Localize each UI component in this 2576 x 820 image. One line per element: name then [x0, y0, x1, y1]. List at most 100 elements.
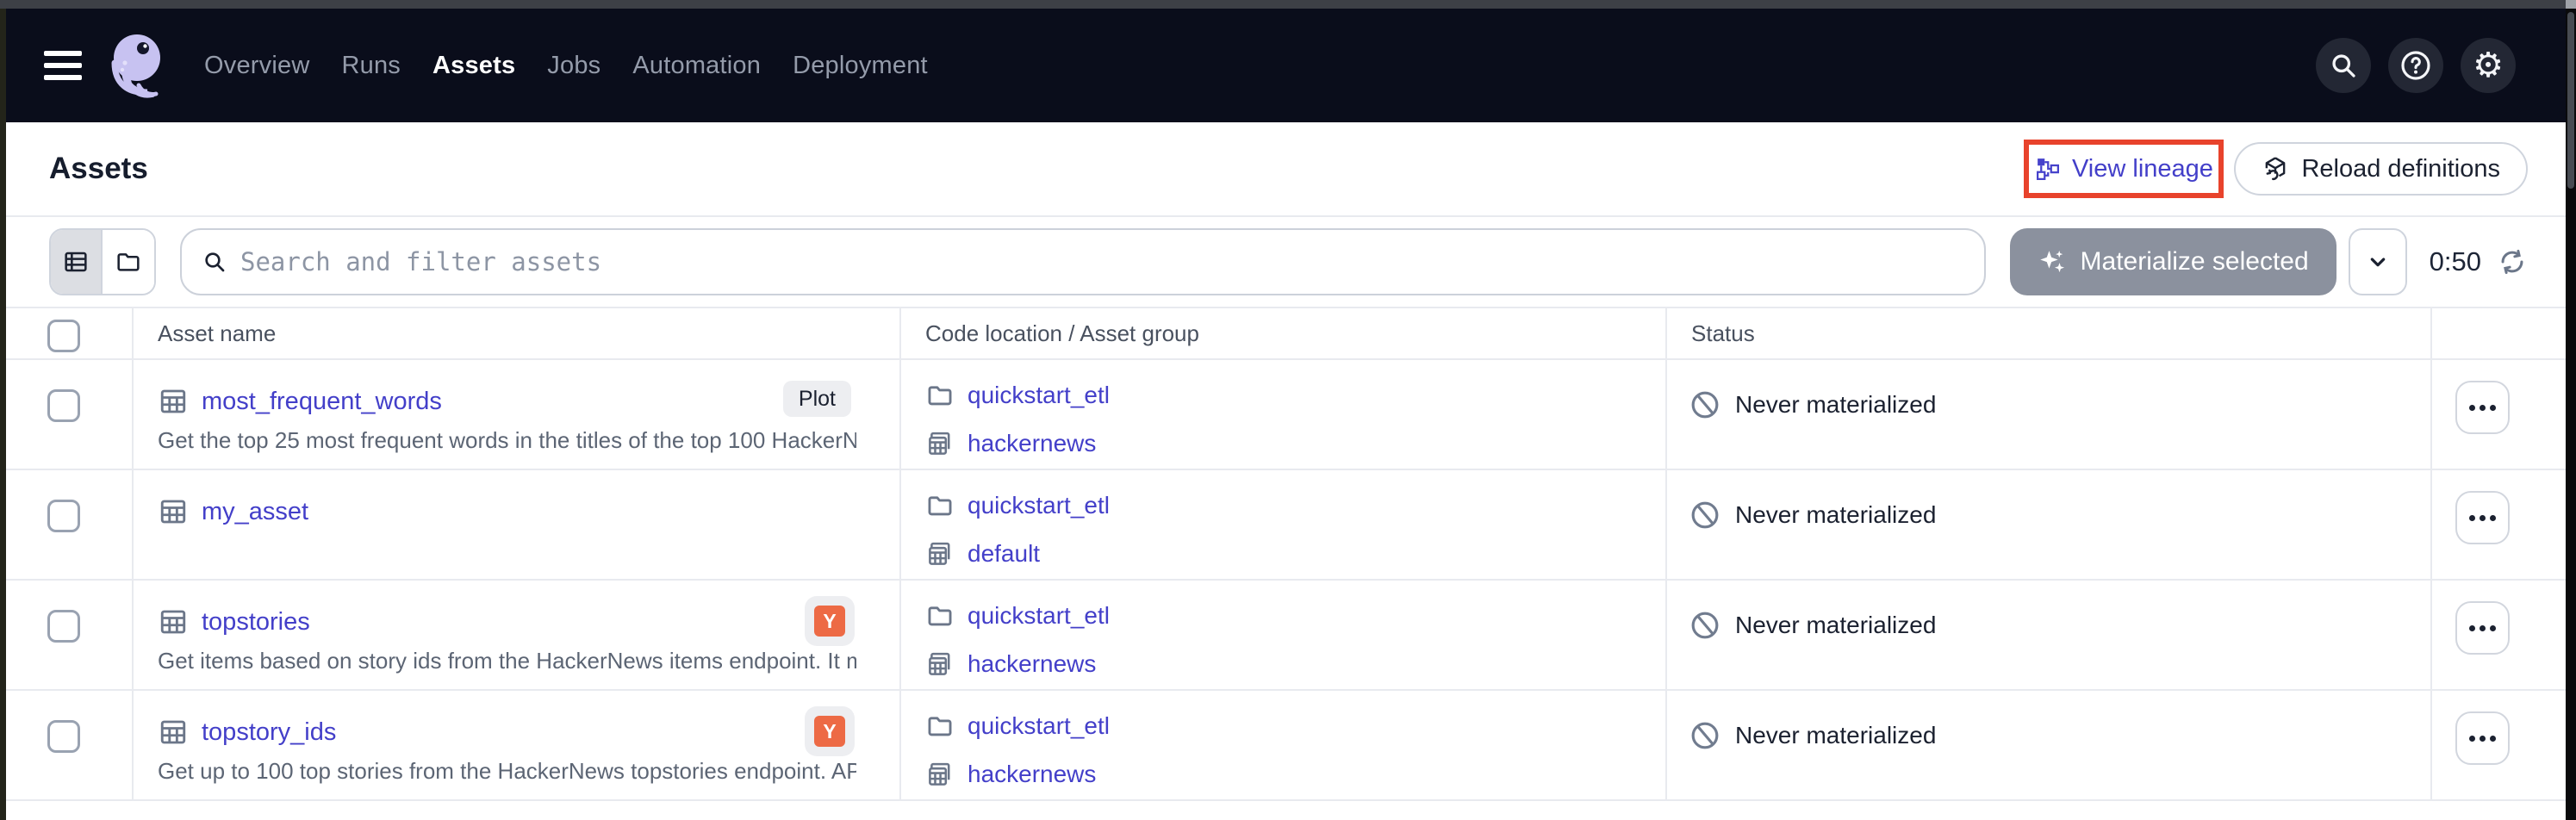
asset-name-link[interactable]: most_frequent_words	[202, 388, 442, 416]
asset-group-link[interactable]: default	[968, 540, 1040, 568]
page-header: Assets View lineage Reload definitions	[6, 122, 2566, 217]
column-asset-name: Asset name	[132, 308, 899, 358]
table-view-icon	[62, 248, 90, 276]
view-toggle	[49, 228, 156, 295]
code-location-folder-icon	[925, 711, 955, 741]
code-location-folder-icon	[925, 381, 955, 410]
code-location-link[interactable]: quickstart_etl	[968, 382, 1110, 409]
asset-table-icon	[158, 386, 189, 417]
folder-view-button[interactable]	[103, 230, 154, 294]
asset-tag-hackernews[interactable]: Y	[805, 706, 855, 756]
asset-name-link[interactable]: topstories	[202, 608, 310, 637]
scrollbar-thumb[interactable]	[2567, 12, 2574, 189]
nav-icon-buttons: ⚙	[2316, 38, 2516, 93]
folder-view-icon	[115, 248, 142, 276]
never-materialized-icon	[1688, 608, 1722, 643]
asset-description: Get the top 25 most frequent words in th…	[158, 427, 856, 454]
top-navigation-bar: Overview Runs Assets Jobs Automation Dep…	[6, 9, 2566, 122]
row-checkbox[interactable]	[47, 389, 80, 422]
code-location-folder-icon	[925, 601, 955, 631]
table-row: topstories Get items based on story ids …	[6, 581, 2566, 691]
asset-group-icon	[925, 429, 955, 458]
nav-item-jobs[interactable]: Jobs	[547, 52, 600, 80]
refresh-countdown: 0:50	[2430, 246, 2481, 277]
view-lineage-label: View lineage	[2072, 155, 2213, 183]
nav-item-runs[interactable]: Runs	[341, 52, 401, 80]
never-materialized-icon	[1688, 388, 1722, 422]
lineage-icon	[2035, 156, 2061, 182]
search-input[interactable]	[240, 247, 1965, 276]
materialize-selected-button[interactable]: Materialize selected	[2010, 228, 2336, 295]
refresh-button[interactable]	[2497, 246, 2528, 277]
asset-group-link[interactable]: hackernews	[968, 430, 1096, 457]
y-combinator-icon: Y	[814, 716, 845, 747]
asset-search-box[interactable]	[180, 228, 1986, 295]
asset-description: Get items based on story ids from the Ha…	[158, 648, 856, 674]
status-text: Never materialized	[1735, 608, 1936, 643]
asset-group-link[interactable]: hackernews	[968, 761, 1096, 788]
reload-definitions-button[interactable]: Reload definitions	[2234, 142, 2528, 196]
nav-item-deployment[interactable]: Deployment	[793, 52, 928, 80]
code-location-link[interactable]: quickstart_etl	[968, 712, 1110, 740]
reload-definitions-icon	[2262, 155, 2289, 183]
flat-view-button[interactable]	[51, 230, 103, 294]
gear-icon: ⚙	[2473, 48, 2504, 83]
row-checkbox[interactable]	[47, 500, 80, 532]
code-location-link[interactable]: quickstart_etl	[968, 602, 1110, 630]
materialize-options-button[interactable]	[2349, 228, 2407, 295]
row-checkbox[interactable]	[47, 610, 80, 643]
code-location-link[interactable]: quickstart_etl	[968, 492, 1110, 519]
asset-group-link[interactable]: hackernews	[968, 650, 1096, 678]
column-actions	[2430, 308, 2566, 358]
y-combinator-icon: Y	[814, 606, 845, 637]
asset-group-icon	[925, 760, 955, 789]
row-checkbox[interactable]	[47, 720, 80, 753]
desktop-left-edge	[0, 9, 6, 820]
table-header: Asset name Code location / Asset group S…	[6, 307, 2566, 360]
settings-button[interactable]: ⚙	[2461, 38, 2516, 93]
never-materialized-icon	[1688, 718, 1722, 753]
dagster-logo-icon[interactable]	[103, 30, 170, 101]
search-button[interactable]	[2316, 38, 2371, 93]
status-text: Never materialized	[1735, 498, 1936, 532]
scrollbar-top-cap	[2566, 0, 2576, 9]
assets-toolbar: Materialize selected 0:50	[6, 217, 2566, 307]
asset-group-icon	[925, 649, 955, 679]
nav-item-automation[interactable]: Automation	[632, 52, 761, 80]
nav-item-assets[interactable]: Assets	[432, 52, 515, 80]
help-button[interactable]	[2388, 38, 2443, 93]
status-text: Never materialized	[1735, 718, 1936, 753]
asset-tag-hackernews[interactable]: Y	[805, 596, 855, 646]
asset-group-icon	[925, 539, 955, 568]
asset-table-icon	[158, 606, 189, 637]
status-text: Never materialized	[1735, 388, 1936, 422]
row-actions-button[interactable]	[2455, 601, 2510, 655]
nav-item-overview[interactable]: Overview	[204, 52, 309, 80]
window-top-edge	[0, 0, 2576, 9]
refresh-icon	[2497, 246, 2528, 277]
asset-name-link[interactable]: topstory_ids	[202, 718, 336, 747]
sparkle-icon	[2038, 247, 2067, 276]
help-icon	[2399, 48, 2433, 83]
row-actions-button[interactable]	[2455, 491, 2510, 544]
asset-name-link[interactable]: my_asset	[202, 498, 308, 526]
page-title: Assets	[49, 152, 148, 186]
scrollbar-track[interactable]	[2566, 9, 2576, 820]
column-code-location: Code location / Asset group	[899, 308, 1665, 358]
dagster-app: Overview Runs Assets Jobs Automation Dep…	[6, 9, 2566, 820]
row-actions-button[interactable]	[2455, 381, 2510, 434]
chevron-down-icon	[2364, 248, 2392, 276]
view-lineage-button[interactable]: View lineage	[2024, 140, 2224, 198]
table-row: most_frequent_words Get the top 25 most …	[6, 360, 2566, 470]
hamburger-menu-icon[interactable]	[44, 51, 82, 80]
asset-tag-plot[interactable]: Plot	[783, 381, 851, 417]
materialize-selected-label: Materialize selected	[2081, 247, 2309, 276]
table-row: my_asset quickstart_etl	[6, 470, 2566, 581]
table-row: topstory_ids Get up to 100 top stories f…	[6, 691, 2566, 801]
select-all-checkbox[interactable]	[47, 320, 80, 352]
code-location-folder-icon	[925, 491, 955, 520]
nav-links: Overview Runs Assets Jobs Automation Dep…	[204, 52, 928, 80]
never-materialized-icon	[1688, 498, 1722, 532]
row-actions-button[interactable]	[2455, 711, 2510, 765]
select-all-cell	[6, 310, 132, 357]
